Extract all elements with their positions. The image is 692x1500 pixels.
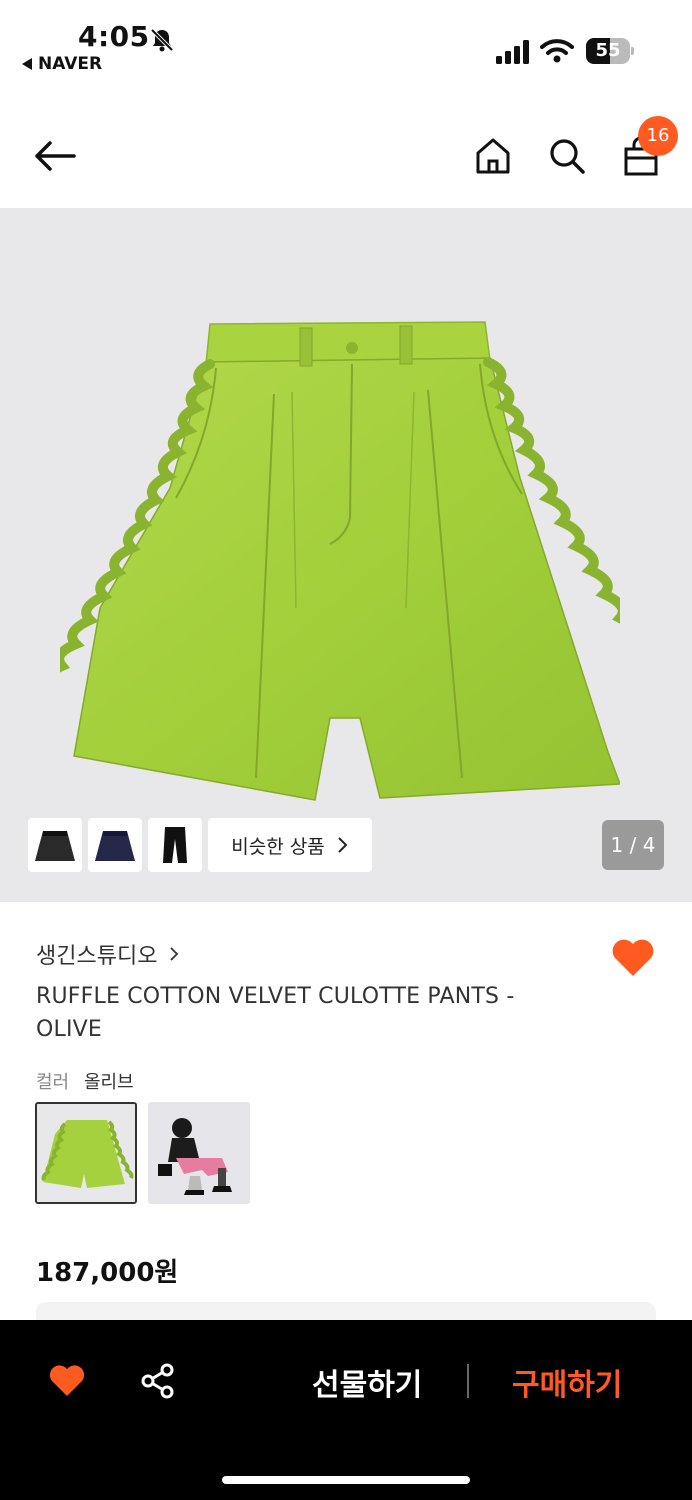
back-app-label: NAVER	[38, 54, 103, 74]
similar-thumb-3[interactable]	[148, 818, 202, 872]
similar-thumb-1[interactable]	[28, 818, 82, 872]
chevron-right-icon	[338, 837, 348, 853]
product-price: 187,000원	[36, 1258, 179, 1288]
bottom-action-bar: 선물하기 구매하기	[0, 1320, 692, 1500]
color-option-value: 올리브	[84, 1072, 134, 1093]
home-icon[interactable]	[474, 136, 512, 176]
battery-indicator: 55	[586, 38, 634, 64]
buy-button[interactable]: 구매하기	[512, 1360, 622, 1404]
color-swatch-olive[interactable]	[35, 1102, 137, 1204]
heart-icon[interactable]	[48, 1362, 86, 1398]
brand-name: 생긴스튜디오	[36, 944, 158, 969]
share-icon[interactable]	[140, 1362, 176, 1400]
similar-products-button[interactable]: 비슷한 상품	[208, 818, 372, 872]
skirt-thumbnail-icon	[35, 831, 75, 861]
product-image	[60, 321, 620, 801]
pink-pants-model-thumbnail	[148, 1102, 250, 1204]
status-time: 4:05	[78, 20, 150, 53]
similar-thumbnails	[28, 818, 202, 872]
cart-count-badge: 16	[638, 116, 678, 156]
status-bar: 4:05 NAVER 55	[0, 0, 692, 100]
brand-link[interactable]: 생긴스튜디오	[36, 938, 179, 970]
chevron-right-icon	[170, 947, 179, 961]
product-image-carousel[interactable]: 비슷한 상품 1 / 4	[0, 208, 692, 902]
wishlist-heart-icon[interactable]	[610, 936, 656, 978]
similar-products-label: 비슷한 상품	[231, 835, 325, 858]
home-indicator[interactable]	[222, 1476, 470, 1484]
bell-muted-icon	[150, 28, 174, 52]
product-title: RUFFLE COTTON VELVET CULOTTE PANTS - OLI…	[36, 984, 515, 1042]
color-swatch-pink[interactable]	[148, 1102, 250, 1204]
back-arrow-icon[interactable]	[32, 136, 78, 176]
battery-percentage: 55	[595, 40, 621, 61]
color-option-label: 컬러	[36, 1072, 70, 1093]
wifi-icon	[540, 39, 574, 63]
cellular-signal-icon	[496, 40, 529, 64]
olive-shorts-thumbnail	[37, 1104, 135, 1202]
shorts-thumbnail-icon	[163, 827, 187, 863]
image-page-indicator: 1 / 4	[602, 820, 664, 870]
skirt-thumbnail-icon	[95, 831, 135, 861]
search-icon[interactable]	[548, 136, 586, 176]
gift-button[interactable]: 선물하기	[312, 1360, 422, 1404]
top-navigation: 16	[0, 100, 692, 208]
action-divider	[467, 1364, 469, 1398]
similar-thumb-2[interactable]	[88, 818, 142, 872]
back-triangle-icon	[22, 58, 32, 70]
back-to-app-link[interactable]: NAVER	[22, 54, 102, 74]
